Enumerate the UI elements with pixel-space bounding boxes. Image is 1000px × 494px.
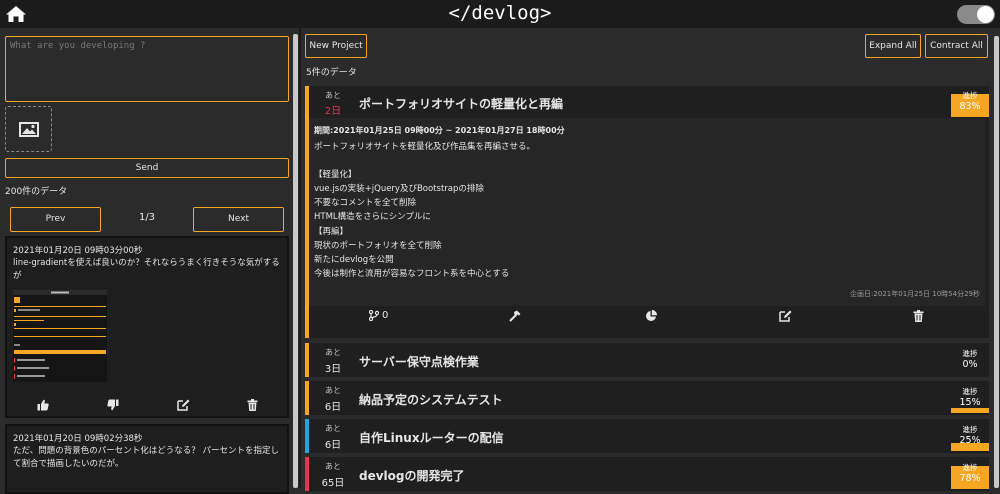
- post-date: 2021年01月20日 09時03分00秒: [13, 246, 143, 256]
- app-title: </devlog>: [448, 2, 552, 24]
- progress-label: 進捗: [962, 425, 978, 434]
- project-count: 5件のデータ: [306, 68, 357, 78]
- remaining-days: 6日: [324, 402, 342, 413]
- prev-button[interactable]: Prev: [10, 207, 101, 232]
- next-button[interactable]: Next: [193, 207, 284, 232]
- post-text: line-gradientを使えば良いのか？それならうまく行きそうな気がするが: [13, 258, 280, 281]
- post-card: 2021年01月20日 09時03分00秒 line-gradientを使えば良…: [5, 236, 289, 418]
- edit-icon[interactable]: [177, 396, 190, 415]
- post-actions: [7, 396, 287, 411]
- send-button[interactable]: Send: [5, 158, 289, 178]
- right-panel: New Project Expand All Contract All 5件のデ…: [301, 28, 1000, 491]
- project-card[interactable]: あと 3日 サーバー保守点検作業 進捗 0%: [305, 343, 989, 377]
- remaining-label: あと: [325, 424, 341, 433]
- thumbnail-image: [13, 290, 107, 379]
- progress-indicator: 進捗 78%: [951, 459, 989, 489]
- progress-value: 83%: [959, 101, 981, 112]
- pie-chart-icon[interactable]: [645, 309, 658, 325]
- image-upload[interactable]: [5, 106, 52, 152]
- project-created: 企画日:2021年01月25日 10時54分29秒: [850, 290, 980, 298]
- remaining-label: あと: [325, 348, 341, 357]
- project-card[interactable]: あと 6日 納品予定のシステムテスト 進捗 15%: [305, 381, 989, 415]
- progress-label: 進捗: [962, 463, 978, 472]
- post-input[interactable]: [5, 36, 289, 102]
- remaining-days: 6日: [324, 440, 342, 451]
- branch-count: 0: [382, 310, 389, 321]
- progress-value: 78%: [959, 473, 981, 484]
- remaining-label: あと: [325, 462, 341, 471]
- remaining-label: あと: [325, 386, 341, 395]
- progress-indicator: 進捗 0%: [951, 345, 989, 375]
- post-date: 2021年01月20日 09時02分38秒: [13, 434, 143, 444]
- project-actions: 0: [309, 308, 985, 326]
- project-description: ポートフォリオサイトを軽量化及び作品集を再編させる。 【軽量化】 vue.jsの…: [314, 142, 536, 279]
- new-project-button[interactable]: New Project: [305, 34, 367, 58]
- hammer-icon[interactable]: [509, 310, 521, 325]
- remaining-days: 2日: [324, 106, 342, 117]
- image-icon: [19, 122, 39, 137]
- post-text: ただ、問題の背景色のパーセント化はどうなる？ パーセントを指定して割合で描画した…: [13, 446, 279, 469]
- project-card-expanded[interactable]: あと 2日 ポートフォリオサイトの軽量化と再編 進捗 83% 期間:2021年0…: [305, 86, 989, 338]
- project-title: devlogの開発完了: [359, 469, 465, 483]
- toggle-knob: [977, 6, 994, 23]
- project-title: サーバー保守点検作業: [359, 355, 479, 369]
- project-period: 期間:2021年01月25日 09時00分 ~ 2021年01月27日 18時0…: [314, 126, 565, 135]
- branch-icon: [368, 309, 380, 322]
- thumbs-down-icon[interactable]: [107, 396, 119, 415]
- thumbs-up-icon[interactable]: [37, 396, 49, 415]
- progress-value: 15%: [959, 397, 981, 408]
- progress-label: 進捗: [962, 387, 978, 396]
- branch-button[interactable]: 0: [368, 309, 388, 324]
- edit-icon[interactable]: [779, 310, 792, 325]
- project-card[interactable]: あと 65日 devlogの開発完了 進捗 78%: [305, 457, 989, 491]
- post-count: 200件のデータ: [5, 187, 68, 197]
- page-indicator: 1/3: [138, 212, 156, 223]
- left-panel: Send 200件のデータ Prev 1/3 Next 2021年01月20日 …: [0, 28, 292, 494]
- remaining-label: あと: [325, 91, 341, 100]
- right-scrollbar[interactable]: [994, 36, 999, 488]
- project-title: 納品予定のシステムテスト: [359, 393, 503, 407]
- top-bar: </devlog>: [0, 0, 1000, 28]
- post-card: 2021年01月20日 09時02分38秒 ただ、問題の背景色のパーセント化はど…: [5, 424, 289, 494]
- progress-indicator: 進捗 25%: [951, 421, 989, 451]
- project-detail: 期間:2021年01月25日 09時00分 ~ 2021年01月27日 18時0…: [309, 118, 985, 306]
- theme-toggle[interactable]: [957, 5, 995, 24]
- trash-icon[interactable]: [913, 310, 924, 325]
- expand-all-button[interactable]: Expand All: [865, 34, 921, 58]
- remaining-days: 65日: [321, 478, 345, 489]
- progress-indicator: 進捗 83%: [951, 89, 989, 117]
- progress-bar: [951, 408, 989, 413]
- progress-value: 0%: [962, 359, 978, 370]
- progress-label: 進捗: [962, 349, 978, 358]
- progress-indicator: 進捗 15%: [951, 383, 989, 413]
- post-screenshot-thumbnail[interactable]: [13, 290, 107, 382]
- project-title: ポートフォリオサイトの軽量化と再編: [359, 97, 564, 111]
- progress-label: 進捗: [962, 91, 978, 100]
- project-card[interactable]: あと 6日 自作Linuxルーターの配信 進捗 25%: [305, 419, 989, 453]
- progress-value: 25%: [959, 435, 981, 446]
- project-title: 自作Linuxルーターの配信: [359, 431, 504, 445]
- remaining-days: 3日: [324, 364, 342, 375]
- left-scrollbar[interactable]: [293, 34, 298, 488]
- contract-all-button[interactable]: Contract All: [925, 34, 988, 58]
- trash-icon[interactable]: [247, 396, 258, 415]
